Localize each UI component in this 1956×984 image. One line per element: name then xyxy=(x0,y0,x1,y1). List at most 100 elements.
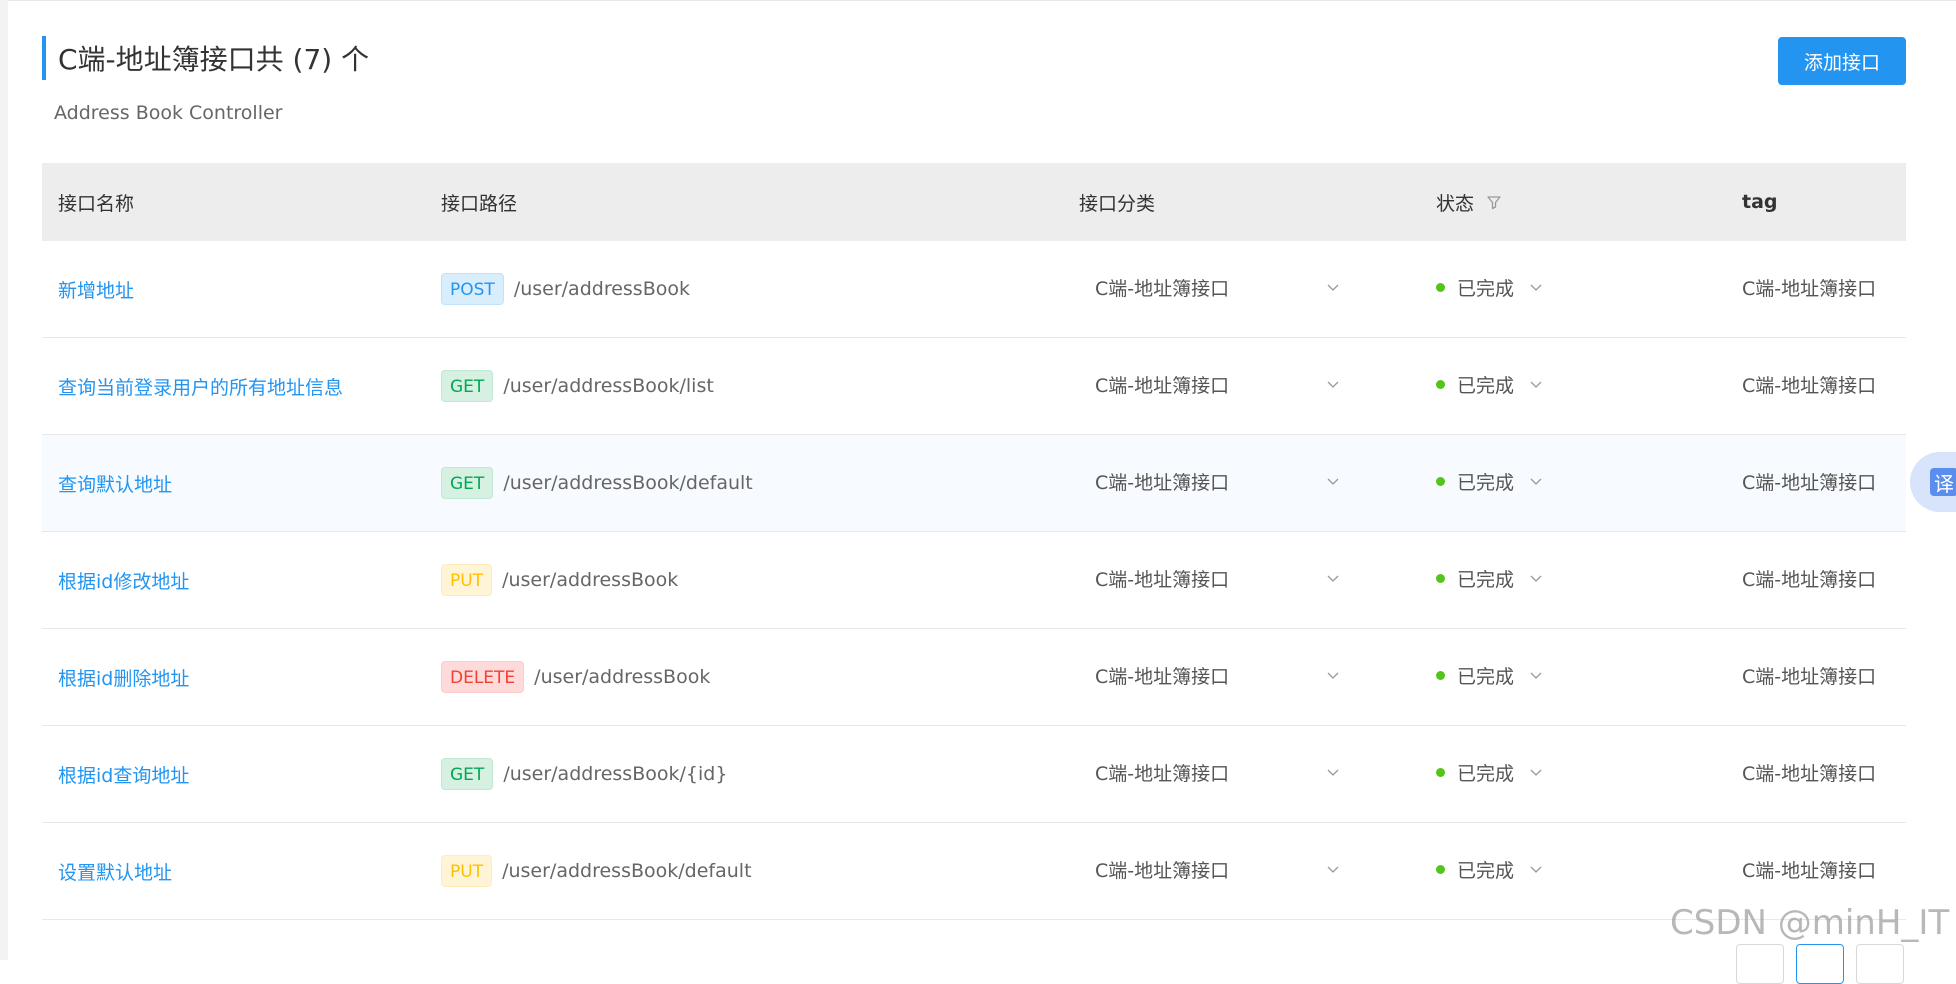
http-method-badge: POST xyxy=(441,273,504,305)
api-path-cell: PUT /user/addressBook xyxy=(425,564,1063,596)
category-select[interactable]: C端-地址簿接口 xyxy=(1079,366,1341,402)
api-table: 接口名称 接口路径 接口分类 状态 tag 新增地址 POST /user/ad… xyxy=(42,163,1906,920)
top-divider xyxy=(8,0,1956,1)
table-row: 根据id删除地址 DELETE /user/addressBook C端-地址簿… xyxy=(42,629,1906,726)
api-path-cell: DELETE /user/addressBook xyxy=(425,661,1063,693)
column-header-status-label: 状态 xyxy=(1436,192,1475,215)
category-select[interactable]: C端-地址簿接口 xyxy=(1079,754,1341,790)
api-path: /user/addressBook/list xyxy=(503,375,714,397)
api-path: /user/addressBook xyxy=(502,569,679,591)
filter-icon[interactable] xyxy=(1486,194,1502,210)
api-path: /user/addressBook/default xyxy=(502,860,752,882)
chevron-down-icon xyxy=(1528,861,1544,877)
api-category-cell: C端-地址簿接口 xyxy=(1063,661,1420,693)
pagination xyxy=(1736,944,1904,984)
api-tag-cell: C端-地址簿接口 xyxy=(1726,860,1906,883)
tag-value: C端-地址簿接口 xyxy=(1742,859,1877,882)
page-subtitle: Address Book Controller xyxy=(54,102,283,124)
status-select[interactable]: 已完成 xyxy=(1436,759,1726,786)
api-category-cell: C端-地址簿接口 xyxy=(1063,467,1420,499)
page-title: C端-地址簿接口共 (7) 个 xyxy=(58,43,370,76)
status-select[interactable]: 已完成 xyxy=(1436,856,1726,883)
category-select[interactable]: C端-地址簿接口 xyxy=(1079,657,1341,693)
api-status-cell: 已完成 xyxy=(1420,278,1726,301)
api-path: /user/addressBook xyxy=(513,278,690,300)
tag-value: C端-地址簿接口 xyxy=(1742,568,1877,591)
api-path: /user/addressBook/{id} xyxy=(503,763,728,785)
category-value: C端-地址簿接口 xyxy=(1095,277,1230,300)
pagination-page-button[interactable] xyxy=(1796,944,1844,984)
add-api-button[interactable]: 添加接口 xyxy=(1778,37,1906,85)
api-name-link[interactable]: 根据id修改地址 xyxy=(58,571,189,593)
page-title-wrap: C端-地址簿接口共 (7) 个 xyxy=(42,36,369,80)
category-select[interactable]: C端-地址簿接口 xyxy=(1079,269,1341,305)
api-name-link[interactable]: 查询默认地址 xyxy=(58,474,172,496)
api-category-cell: C端-地址簿接口 xyxy=(1063,855,1420,887)
category-select[interactable]: C端-地址簿接口 xyxy=(1079,851,1341,887)
status-value: 已完成 xyxy=(1457,762,1515,785)
api-tag-cell: C端-地址簿接口 xyxy=(1726,763,1906,786)
column-header-tag: tag xyxy=(1742,191,1778,213)
status-dot-icon xyxy=(1436,767,1445,777)
status-select[interactable]: 已完成 xyxy=(1436,274,1726,301)
table-body: 新增地址 POST /user/addressBook C端-地址簿接口 已完成… xyxy=(42,241,1906,920)
pagination-prev-button[interactable] xyxy=(1736,944,1784,984)
api-status-cell: 已完成 xyxy=(1420,472,1726,495)
api-category-cell: C端-地址簿接口 xyxy=(1063,758,1420,790)
category-value: C端-地址簿接口 xyxy=(1095,374,1230,397)
tag-value: C端-地址簿接口 xyxy=(1742,762,1877,785)
api-status-cell: 已完成 xyxy=(1420,860,1726,883)
translate-button[interactable]: 译 xyxy=(1910,452,1956,512)
tag-value: C端-地址簿接口 xyxy=(1742,471,1877,494)
api-category-cell: C端-地址簿接口 xyxy=(1063,273,1420,305)
api-name-link[interactable]: 新增地址 xyxy=(58,280,134,302)
category-value: C端-地址簿接口 xyxy=(1095,762,1230,785)
status-dot-icon xyxy=(1436,476,1445,486)
api-name-link[interactable]: 根据id删除地址 xyxy=(58,668,189,690)
api-name-link[interactable]: 设置默认地址 xyxy=(58,862,172,884)
chevron-down-icon xyxy=(1528,279,1544,295)
api-status-cell: 已完成 xyxy=(1420,375,1726,398)
chevron-down-icon xyxy=(1325,764,1341,780)
tag-value: C端-地址簿接口 xyxy=(1742,277,1877,300)
status-value: 已完成 xyxy=(1457,665,1515,688)
tag-value: C端-地址簿接口 xyxy=(1742,374,1877,397)
api-path: /user/addressBook xyxy=(534,666,711,688)
api-tag-cell: C端-地址簿接口 xyxy=(1726,278,1906,301)
category-value: C端-地址簿接口 xyxy=(1095,859,1230,882)
status-value: 已完成 xyxy=(1457,859,1515,882)
status-value: 已完成 xyxy=(1457,568,1515,591)
translate-icon: 译 xyxy=(1930,468,1956,496)
api-name-link[interactable]: 根据id查询地址 xyxy=(58,765,189,787)
http-method-badge: PUT xyxy=(441,564,493,596)
api-tag-cell: C端-地址簿接口 xyxy=(1726,569,1906,592)
chevron-down-icon xyxy=(1528,376,1544,392)
api-name-link[interactable]: 查询当前登录用户的所有地址信息 xyxy=(58,377,343,399)
status-select[interactable]: 已完成 xyxy=(1436,662,1726,689)
http-method-badge: GET xyxy=(441,758,494,790)
column-header-name: 接口名称 xyxy=(58,192,135,215)
status-select[interactable]: 已完成 xyxy=(1436,371,1726,398)
http-method-badge: PUT xyxy=(441,855,493,887)
status-dot-icon xyxy=(1436,573,1445,583)
category-select[interactable]: C端-地址簿接口 xyxy=(1079,463,1341,499)
api-path-cell: PUT /user/addressBook/default xyxy=(425,855,1063,887)
status-dot-icon xyxy=(1436,379,1445,389)
category-select[interactable]: C端-地址簿接口 xyxy=(1079,560,1341,596)
status-select[interactable]: 已完成 xyxy=(1436,565,1726,592)
api-name-cell: 新增地址 xyxy=(42,276,425,303)
status-select[interactable]: 已完成 xyxy=(1436,468,1726,495)
api-name-cell: 查询当前登录用户的所有地址信息 xyxy=(42,373,425,400)
table-row: 根据id查询地址 GET /user/addressBook/{id} C端-地… xyxy=(42,726,1906,823)
category-value: C端-地址簿接口 xyxy=(1095,665,1230,688)
chevron-down-icon xyxy=(1325,376,1341,392)
chevron-down-icon xyxy=(1528,667,1544,683)
chevron-down-icon xyxy=(1325,473,1341,489)
status-value: 已完成 xyxy=(1457,277,1515,300)
pagination-next-button[interactable] xyxy=(1856,944,1904,984)
tag-value: C端-地址簿接口 xyxy=(1742,665,1877,688)
api-tag-cell: C端-地址簿接口 xyxy=(1726,666,1906,689)
status-dot-icon xyxy=(1436,864,1445,874)
category-value: C端-地址簿接口 xyxy=(1095,568,1230,591)
api-status-cell: 已完成 xyxy=(1420,569,1726,592)
